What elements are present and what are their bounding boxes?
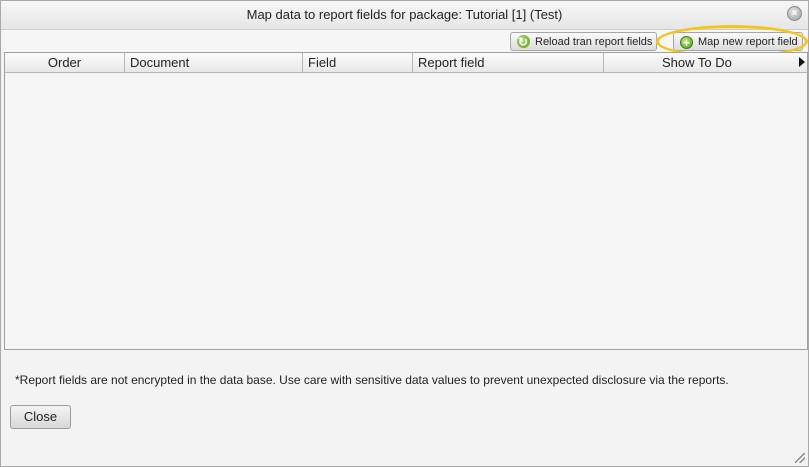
column-header-report-field[interactable]: Report field	[413, 53, 604, 72]
add-circle-icon	[680, 34, 693, 53]
column-header-field[interactable]: Field	[303, 53, 413, 72]
resize-grip-icon[interactable]	[795, 453, 805, 463]
column-header-order[interactable]: Order	[5, 53, 125, 72]
column-header-show-to-do[interactable]: Show To Do	[604, 53, 792, 72]
close-icon[interactable]: ×	[787, 6, 802, 21]
map-button-label: Map new report field	[698, 36, 798, 48]
column-header-document[interactable]: Document	[125, 53, 303, 72]
dialog-titlebar[interactable]: Map data to report fields for package: T…	[1, 1, 808, 30]
reload-button-label: Reload tran report fields	[535, 36, 653, 48]
toolbar: Reload tran report fields Map new report…	[4, 30, 807, 53]
encryption-notice: *Report fields are not encrypted in the …	[15, 373, 729, 387]
reload-tran-report-fields-button[interactable]: Reload tran report fields	[510, 32, 657, 52]
map-report-fields-dialog: Map data to report fields for package: T…	[0, 0, 809, 467]
close-button[interactable]: Close	[10, 405, 71, 429]
dialog-title: Map data to report fields for package: T…	[246, 7, 563, 22]
scroll-right-arrow-icon[interactable]	[799, 57, 805, 67]
map-new-report-field-button[interactable]: Map new report field	[673, 32, 803, 53]
report-fields-grid[interactable]: Order Document Field Report field Show T…	[4, 52, 808, 350]
grid-header: Order Document Field Report field Show T…	[5, 53, 807, 73]
refresh-icon	[517, 33, 530, 52]
